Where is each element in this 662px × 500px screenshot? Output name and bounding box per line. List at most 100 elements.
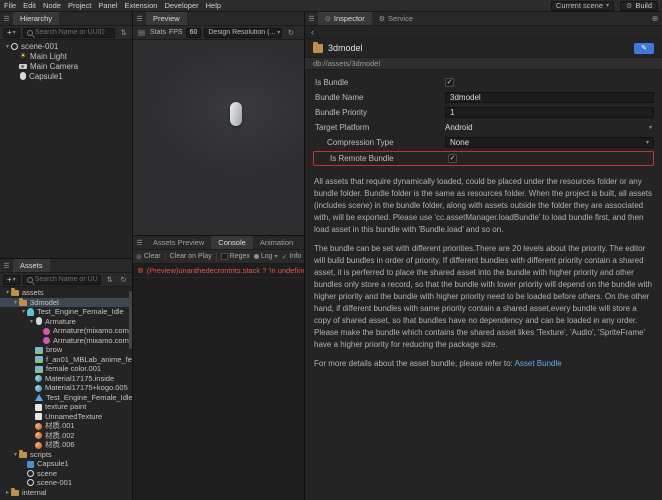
folder-icon: [19, 449, 27, 458]
asset-path: db://assets/3dmodel: [305, 57, 662, 70]
create-node-button[interactable]: + ▾: [3, 27, 20, 38]
panel-menu-icon[interactable]: ☰: [0, 262, 13, 270]
refresh-icon[interactable]: ↻: [118, 275, 129, 284]
tab-assets[interactable]: Assets: [13, 259, 50, 272]
panel-menu-icon[interactable]: ☰: [305, 15, 318, 23]
current-scene-label: Current scene: [555, 1, 604, 10]
assets-item-material17175-kogo-005[interactable]: Material17175+kogo.005: [0, 383, 132, 393]
assets-item-006[interactable]: 材质.006: [0, 440, 132, 450]
hierarchy-item-scene-001[interactable]: ▾ scene-001: [0, 41, 132, 51]
menu-node[interactable]: Node: [43, 1, 61, 10]
menu-file[interactable]: File: [4, 1, 16, 10]
bundle-name-input[interactable]: [445, 92, 654, 103]
log-filter-select[interactable]: Log ▾: [253, 253, 278, 260]
inspector-tab-inspector[interactable]: ⊙ Inspector: [318, 12, 372, 25]
assets-item-scene[interactable]: scene: [0, 469, 132, 479]
assets-item-002[interactable]: 材质.002: [0, 431, 132, 441]
console-tab-animation[interactable]: Animation: [253, 236, 300, 249]
build-button[interactable]: ⚙ Build: [620, 0, 658, 11]
hierarchy-search[interactable]: [22, 27, 115, 38]
assets-item-3dmodel[interactable]: ▾ 3dmodel: [0, 297, 132, 307]
assets-search[interactable]: [22, 274, 101, 285]
clear-button[interactable]: ⊘ Clear: [136, 253, 161, 261]
assets-item-texture-paint[interactable]: texture paint: [0, 402, 132, 412]
clear-on-play-toggle[interactable]: Clear on Play: [170, 253, 212, 260]
is-remote-bundle-checkbox[interactable]: ✓: [448, 154, 457, 163]
expand-arrow-icon[interactable]: ▸: [4, 489, 11, 496]
is-remote-bundle-label: Is Remote Bundle: [330, 154, 394, 163]
assets-item-unnamedtexture[interactable]: UnnamedTexture: [0, 412, 132, 422]
fps-value[interactable]: 60: [185, 27, 202, 38]
inspector-tab-service[interactable]: ⚙ Service: [372, 12, 420, 25]
design-resolution-select[interactable]: Design Resolution (... ▾: [204, 27, 283, 38]
panel-menu-icon[interactable]: ☰: [0, 15, 13, 23]
item-label: Test_Engine_Female_Idle: [46, 392, 132, 402]
pin-icon[interactable]: ⊕: [648, 14, 662, 23]
scrollbar[interactable]: [129, 291, 132, 349]
image-icon: [35, 356, 43, 363]
tab-label: Preview: [153, 14, 180, 23]
collapse-arrow-icon[interactable]: ▾: [20, 308, 27, 315]
assets-item-test-engine-female-idle[interactable]: ▾ Test_Engine_Female_Idle: [0, 307, 132, 317]
menu-help[interactable]: Help: [206, 1, 221, 10]
target-platform-section[interactable]: Android ▾: [445, 123, 654, 132]
compression-type-select[interactable]: None ▾: [445, 137, 654, 148]
assets-item-f-an01-mblab-anime-female-003[interactable]: f_an01_MBLab_anime_female.003: [0, 355, 132, 365]
collapse-arrow-icon[interactable]: ▾: [12, 299, 19, 306]
assets-item-assets[interactable]: ▾ assets: [0, 288, 132, 298]
panel-menu-icon[interactable]: ☰: [133, 239, 146, 247]
panel-menu-icon[interactable]: ☰: [133, 15, 146, 23]
sort-icon[interactable]: ⇅: [118, 28, 129, 37]
tab-hierarchy[interactable]: Hierarchy: [13, 12, 60, 25]
menu-extension[interactable]: Extension: [125, 1, 158, 10]
hierarchy-panel: ☰ Hierarchy +▾ ⇅ ▾scene-001☀Main LightMa…: [0, 12, 132, 259]
asset-bundle-doc-link[interactable]: Asset Bundle: [515, 359, 562, 368]
hierarchy-search-input[interactable]: [34, 29, 111, 36]
back-arrow-icon[interactable]: ‹: [311, 27, 323, 37]
regex-checkbox[interactable]: [220, 253, 228, 260]
sort-icon[interactable]: ⇅: [104, 275, 115, 284]
item-label: Capsule1: [37, 459, 69, 469]
create-asset-button[interactable]: + ▾: [3, 274, 20, 285]
assets-item-female-color-001[interactable]: female color.001: [0, 364, 132, 374]
menu-panel[interactable]: Panel: [98, 1, 117, 10]
assets-item-capsule1[interactable]: Capsule1: [0, 459, 132, 469]
assets-item-armature-mixamo-com-layer3-001[interactable]: Armature(mixamo.com)|Layer3.001: [0, 336, 132, 346]
console-entry[interactable]: ⊗ (Preview)unanthedecrontrits.stack ? 'in…: [133, 264, 304, 278]
hierarchy-item-main-camera[interactable]: Main Camera: [0, 61, 132, 71]
folder-icon: [11, 288, 19, 297]
collapse-arrow-icon[interactable]: ▾: [28, 318, 35, 325]
assets-item-armature[interactable]: ▾ Armature: [0, 317, 132, 327]
menu-project[interactable]: Project: [68, 1, 91, 10]
hierarchy-item-capsule1[interactable]: Capsule1: [0, 71, 132, 81]
collapse-arrow-icon[interactable]: ▾: [4, 289, 11, 296]
menu-edit[interactable]: Edit: [23, 1, 36, 10]
assets-item-brow[interactable]: brow: [0, 345, 132, 355]
capsule-3d-object[interactable]: [230, 102, 242, 126]
regex-toggle[interactable]: Regex: [220, 253, 250, 260]
console-tab-assets-preview[interactable]: Assets Preview: [146, 236, 211, 249]
assets-item-scene-001[interactable]: scene-001: [0, 478, 132, 488]
assets-item-material17175-inside[interactable]: Material17175.inside: [0, 374, 132, 384]
edit-asset-button[interactable]: ✎: [634, 42, 654, 54]
bundle-priority-input[interactable]: [445, 107, 654, 118]
rotate-device-icon[interactable]: ↻: [285, 28, 296, 37]
current-scene-select[interactable]: Current scene ▾: [550, 0, 615, 11]
preview-viewport[interactable]: [133, 40, 304, 235]
compression-type-value: None: [450, 138, 470, 147]
is-bundle-checkbox[interactable]: ✓: [445, 78, 454, 87]
collapse-arrow-icon[interactable]: ▾: [12, 451, 19, 458]
assets-item-scripts[interactable]: ▾ scripts: [0, 449, 132, 460]
assets-item-001[interactable]: 材质.001: [0, 421, 132, 431]
tab-preview[interactable]: Preview: [146, 12, 187, 25]
info-filter[interactable]: ✓ Info: [282, 253, 302, 261]
assets-search-input[interactable]: [34, 276, 97, 283]
hierarchy-item-main-light[interactable]: ☀ Main Light: [0, 51, 132, 61]
console-tab-console[interactable]: Console: [211, 236, 253, 249]
assets-item-armature-mixamo-com-layer0[interactable]: Armature(mixamo.com)|Layer0: [0, 326, 132, 336]
stats-icon[interactable]: ▤: [136, 28, 147, 37]
menu-developer[interactable]: Developer: [164, 1, 198, 10]
assets-item-test-engine-female-idle[interactable]: Test_Engine_Female_Idle: [0, 393, 132, 403]
collapse-arrow-icon[interactable]: ▾: [4, 43, 11, 50]
assets-item-internal[interactable]: ▸ internal: [0, 487, 132, 498]
